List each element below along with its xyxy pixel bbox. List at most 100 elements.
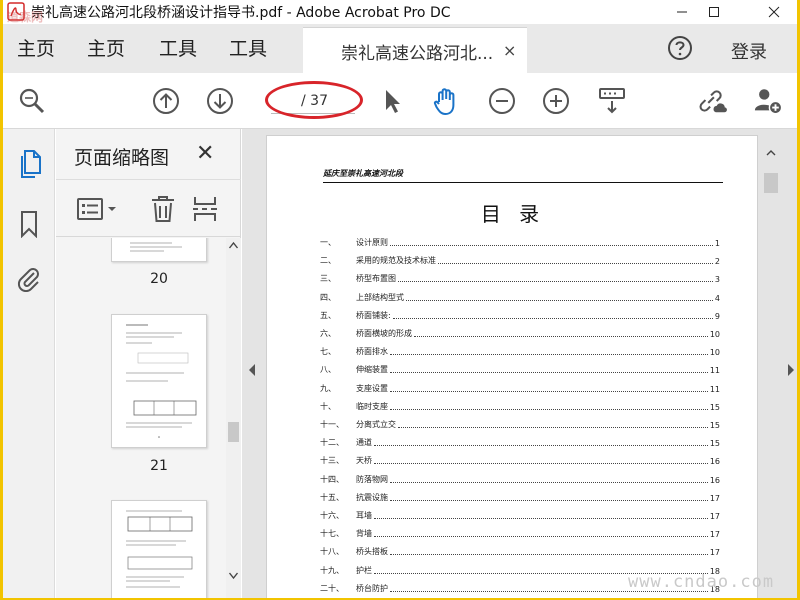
zoom-in-icon[interactable] — [541, 86, 571, 116]
page-thumbnail[interactable] — [111, 500, 207, 598]
toc-entry[interactable]: 十二、 通道 15 — [320, 434, 720, 448]
share-link-icon[interactable] — [697, 86, 727, 116]
toc-leader-dots — [414, 336, 708, 337]
toc-entry[interactable]: 五、 桥面铺装: 9 — [320, 307, 720, 321]
toc-entry[interactable]: 四、 上部结构型式 4 — [320, 289, 720, 303]
toc-entry[interactable]: 十四、 防落物网 16 — [320, 471, 720, 485]
collapse-right-panel-icon[interactable] — [787, 361, 795, 380]
toc-leader-dots — [374, 445, 708, 447]
collapse-left-panel-icon[interactable] — [248, 361, 256, 380]
document-scrollbar[interactable] — [762, 135, 780, 598]
page-down-icon[interactable] — [205, 86, 235, 116]
toc-entry[interactable]: 一、 设计原则 1 — [320, 234, 720, 248]
thumbnail-options-icon[interactable] — [76, 194, 122, 224]
thumbnail-label: 20 — [150, 271, 168, 287]
menu-home[interactable]: 主页 — [17, 34, 55, 61]
toc-entry[interactable]: 十、 临时支座 15 — [320, 398, 720, 412]
toc-entry-page: 17 — [709, 548, 720, 558]
toc-entry-title: 抗震设施 — [356, 492, 388, 502]
zoom-out-icon[interactable] — [487, 86, 517, 116]
toc-entry-title: 桥型布置图 — [356, 274, 396, 284]
toc-leader-dots — [398, 427, 708, 428]
delete-page-icon[interactable] — [150, 194, 176, 224]
watermark-text: www.cndao.com — [628, 572, 775, 592]
toc-entry-number: 十一、 — [320, 420, 344, 429]
select-cursor-icon[interactable] — [377, 86, 407, 116]
pdf-page: 延庆至崇礼高速河北段 目 录 一、 设计原则 1 二、 采用的规范及技术标准 2 三、 桥型布… — [266, 135, 758, 598]
panel-close-icon[interactable]: ✕ — [196, 141, 214, 166]
toc-leader-dots — [390, 499, 708, 501]
toc-leader-dots — [398, 281, 713, 283]
page-thumbnail[interactable] — [111, 314, 207, 448]
toc-leader-dots — [374, 518, 708, 519]
toc-leader-dots — [390, 354, 708, 356]
toc-entry-number: 十二、 — [320, 438, 344, 448]
toc-entry[interactable]: 八、 伸缩装置 11 — [320, 361, 720, 375]
toc-entry[interactable]: 二、 采用的规范及技术标准 2 — [320, 252, 720, 266]
thumbnail-label: 21 — [150, 458, 168, 474]
toc-entry-title: 支座设置 — [356, 383, 388, 393]
toc-leader-dots — [390, 245, 713, 246]
document-tab[interactable]: 崇礼高速公路河北... × — [303, 27, 527, 73]
toc-entry-title: 背墙 — [356, 529, 372, 539]
page-thumbnails-icon[interactable] — [15, 149, 43, 179]
toc-entry[interactable]: 十七、 背墙 17 — [320, 525, 720, 539]
toc-leader-dots — [390, 481, 708, 483]
toc-entry[interactable]: 十六、 耳墙 17 — [320, 507, 720, 521]
toc-entry-title: 桥面排水 — [356, 347, 388, 357]
close-window-button[interactable] — [751, 0, 797, 24]
thumbnail-list: 20 21 — [56, 238, 226, 598]
page-header: 延庆至崇礼高速河北段 — [323, 168, 723, 183]
toc-entry-page: 17 — [709, 530, 720, 540]
toc-entry[interactable]: 十五、 抗震设施 17 — [320, 489, 720, 503]
toc-entry[interactable]: 九、 支座设置 11 — [320, 380, 720, 394]
toc-entry-number: 十五、 — [320, 492, 344, 502]
login-button[interactable]: 登录 — [731, 38, 767, 64]
toc-entry[interactable]: 七、 桥面排水 10 — [320, 343, 720, 357]
bookmark-icon[interactable] — [15, 209, 43, 239]
toc-entry-page: 15 — [709, 421, 720, 430]
toc-leader-dots — [438, 263, 713, 265]
toc-entry-number: 一、 — [320, 238, 336, 247]
document-viewport[interactable]: 延庆至崇礼高速河北段 目 录 一、 设计原则 1 二、 采用的规范及技术标准 2 三、 桥型布… — [242, 129, 797, 598]
menu-tools[interactable]: 工具 — [159, 34, 197, 61]
toc-entry-title: 桥面横坡的形成 — [356, 329, 412, 338]
toc-entry-page: 11 — [709, 366, 720, 376]
attachment-icon[interactable] — [15, 263, 43, 293]
tab-close-icon[interactable]: × — [503, 41, 516, 60]
help-icon[interactable] — [667, 35, 693, 65]
add-user-icon[interactable] — [753, 86, 783, 116]
page-thumbnail[interactable] — [111, 238, 207, 262]
toc-leader-dots — [390, 408, 708, 410]
toc-entry-number: 七、 — [320, 347, 336, 357]
toc-entry-number: 十、 — [320, 401, 336, 411]
toc-entry-title: 伸缩装置 — [356, 365, 388, 375]
menu-tools-2[interactable]: 工具 — [229, 34, 267, 61]
maximize-button[interactable] — [691, 0, 737, 24]
toc-entry[interactable]: 六、 桥面横坡的形成 10 — [320, 325, 720, 339]
toc-entry-number: 四、 — [320, 292, 336, 302]
page-up-icon[interactable] — [151, 86, 181, 116]
toc-entry-page: 16 — [709, 457, 720, 467]
scroll-mode-icon[interactable] — [597, 86, 627, 116]
toc-entry-number: 八、 — [320, 365, 336, 375]
toc-entry-page: 17 — [709, 512, 720, 521]
toc-entry-number: 六、 — [320, 329, 336, 338]
toc-entry[interactable]: 三、 桥型布置图 3 — [320, 270, 720, 284]
hand-icon[interactable] — [431, 86, 461, 116]
toc-entry[interactable]: 十三、 天桥 16 — [320, 452, 720, 466]
toc-entry-title: 桥台防护 — [356, 583, 388, 593]
title-bar: 崇礼高速公路河北段桥涵设计指导书.pdf - Adobe Acrobat Pro… — [3, 0, 797, 24]
toc-entry[interactable]: 十一、 分离式立交 15 — [320, 416, 720, 430]
toc-entry-number: 十四、 — [320, 474, 344, 484]
toc-entry[interactable]: 十八、 桥头搭板 17 — [320, 543, 720, 557]
toc-entry-number: 十七、 — [320, 529, 344, 539]
acrobat-window: 崇礼高速公路河北段桥涵设计指导书.pdf - Adobe Acrobat Pro… — [3, 0, 797, 598]
toc-entry-page: 15 — [709, 402, 720, 412]
search-icon[interactable] — [17, 86, 47, 116]
toc-leader-dots — [390, 390, 708, 392]
split-page-icon[interactable] — [192, 194, 218, 224]
thumbnail-scrollbar[interactable] — [226, 238, 241, 598]
menu-home-2[interactable]: 主页 — [87, 34, 125, 61]
toc-entry-title: 桥面铺装: — [356, 310, 391, 320]
